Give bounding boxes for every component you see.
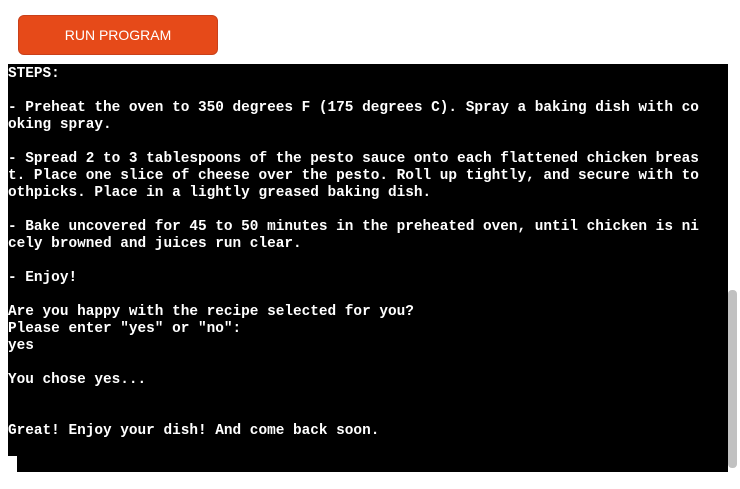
terminal-line: You chose yes... <box>8 372 147 388</box>
terminal-line: Please enter "yes" or "no": <box>8 321 242 337</box>
terminal-output[interactable]: STEPS: - Preheat the oven to 350 degrees … <box>8 64 728 472</box>
terminal-line: STEPS: <box>8 66 60 82</box>
terminal-line: othpicks. Place in a lightly greased bak… <box>8 185 432 201</box>
terminal-text: STEPS: - Preheat the oven to 350 degrees … <box>8 64 728 440</box>
terminal-line: oking spray. <box>8 117 112 133</box>
terminal-line: t. Place one slice of cheese over the pe… <box>8 168 699 184</box>
terminal-line: Great! Enjoy your dish! And come back so… <box>8 423 380 439</box>
scrollbar-thumb[interactable] <box>728 290 737 468</box>
terminal-line: - Bake uncovered for 45 to 50 minutes in… <box>8 219 699 235</box>
terminal-line: Are you happy with the recipe selected f… <box>8 304 414 320</box>
terminal-cursor-gap <box>8 456 17 473</box>
terminal-line: yes <box>8 338 34 354</box>
terminal-line: - Preheat the oven to 350 degrees F (175… <box>8 100 699 116</box>
terminal-line: - Enjoy! <box>8 270 78 286</box>
terminal-line: - Spread 2 to 3 tablespoons of the pesto… <box>8 151 699 167</box>
run-program-button[interactable]: RUN PROGRAM <box>18 15 218 55</box>
terminal-line: cely browned and juices run clear. <box>8 236 302 252</box>
